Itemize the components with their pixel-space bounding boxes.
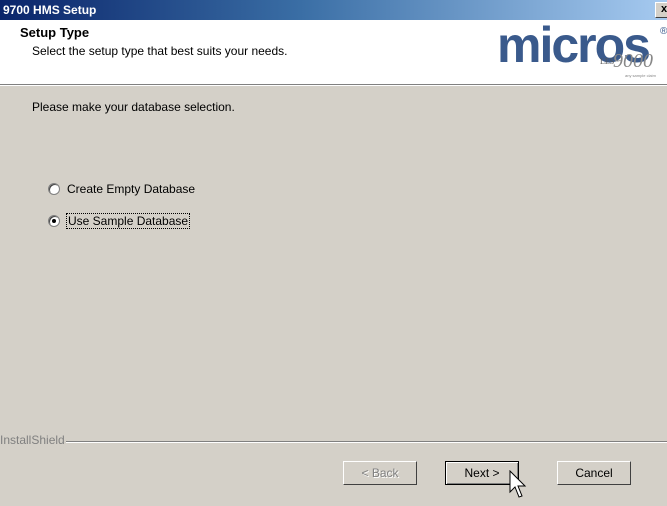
header-divider <box>0 84 667 86</box>
header-panel: Setup Type Select the setup type that be… <box>0 17 667 84</box>
radio-create-empty[interactable] <box>48 183 60 195</box>
back-button-label: < Back <box>361 466 399 480</box>
option-use-sample-database[interactable]: Use Sample Database <box>48 213 191 229</box>
page-title: Setup Type <box>20 25 90 40</box>
logo-version: 9000 <box>613 50 653 72</box>
mouse-cursor-icon <box>509 470 527 498</box>
installshield-label: InstallShield <box>0 433 65 447</box>
option-label[interactable]: Create Empty Database <box>67 182 195 196</box>
close-icon: x <box>660 3 667 15</box>
radio-use-sample[interactable] <box>48 215 60 227</box>
option-label[interactable]: Use Sample Database <box>65 213 191 229</box>
next-button-label: Next > <box>464 466 500 480</box>
window-title: 9700 HMS Setup <box>3 3 97 17</box>
close-button[interactable]: x <box>655 2 667 18</box>
option-create-empty-database[interactable]: Create Empty Database <box>48 181 195 197</box>
logo-tagline: any sample claim <box>625 73 656 78</box>
back-button[interactable]: < Back <box>343 461 417 485</box>
database-prompt: Please make your database selection. <box>32 100 235 114</box>
page-subtitle: Select the setup type that best suits yo… <box>32 44 288 58</box>
cancel-button-label: Cancel <box>575 466 613 480</box>
logo-registered-mark: ® <box>660 26 667 37</box>
cancel-button[interactable]: Cancel <box>557 461 631 485</box>
footer-divider <box>66 441 667 443</box>
